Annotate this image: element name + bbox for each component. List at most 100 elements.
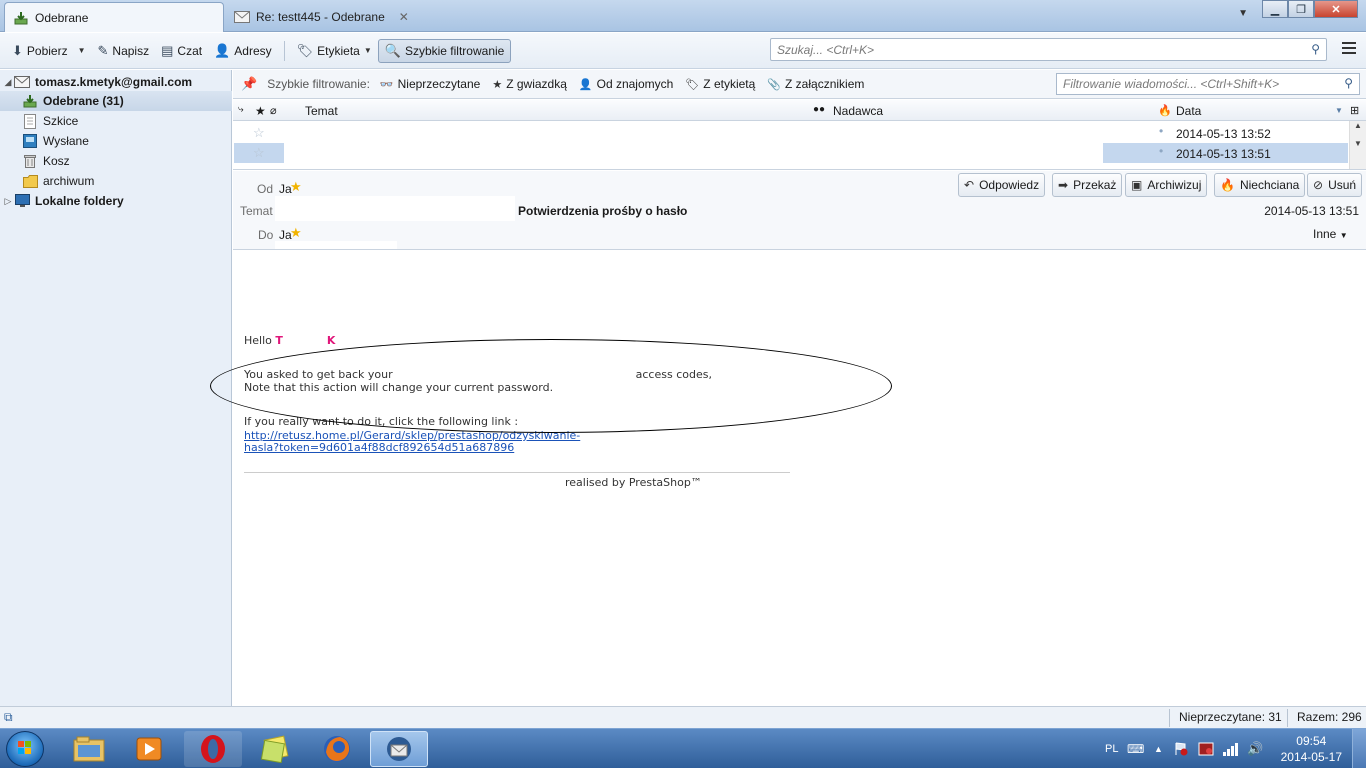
- tray-expand-icon[interactable]: ▲: [1154, 729, 1163, 768]
- folder-drafts[interactable]: Szkice: [0, 111, 232, 131]
- column-sender[interactable]: Nadawca: [833, 104, 883, 118]
- filter-tags-label: Z etykietą: [703, 77, 756, 91]
- folder-trash[interactable]: Kosz: [0, 151, 232, 171]
- reply-icon: ↶: [964, 178, 975, 192]
- collapse-icon[interactable]: ◢: [2, 77, 14, 88]
- download-icon: ⬇: [12, 42, 23, 58]
- start-button[interactable]: [6, 731, 44, 767]
- column-subject[interactable]: Temat: [305, 104, 338, 118]
- address-book-button[interactable]: 👤 Adresy: [208, 39, 278, 63]
- windows-taskbar: PL ⌨ ▲ 🔊 09:54 2014-05-17: [0, 728, 1366, 768]
- tag-button[interactable]: 🏷 Etykieta ▼: [291, 39, 378, 63]
- account-row[interactable]: ◢ tomasz.kmetyk@gmail.com: [0, 72, 232, 92]
- quick-filter-button[interactable]: 🔍 Szybkie filtrowanie: [377, 38, 512, 63]
- thunderbird-app[interactable]: [370, 731, 428, 767]
- table-row[interactable]: ☆ • 2014-05-13 13:51: [233, 143, 1349, 163]
- sort-desc-icon[interactable]: ▼: [1335, 106, 1343, 115]
- chevron-down-icon[interactable]: ▼: [78, 46, 86, 55]
- read-dot-icon[interactable]: •: [1159, 144, 1163, 158]
- filter-unread-label: Nieprzeczytane: [397, 77, 481, 91]
- junk-button[interactable]: 🔥 Niechciana: [1214, 173, 1306, 197]
- antivirus-icon[interactable]: [1198, 729, 1214, 768]
- folder-archive[interactable]: archiwum: [0, 171, 232, 191]
- search-input[interactable]: Szukaj... <Ctrl+K> ⚲: [770, 38, 1327, 61]
- search-icon[interactable]: ⚲: [1344, 76, 1353, 90]
- folder-inbox[interactable]: Odebrane (31): [0, 91, 232, 111]
- table-row[interactable]: ☆ • 2014-05-13 13:52: [233, 123, 1349, 143]
- volume-icon[interactable]: 🔊: [1247, 729, 1263, 768]
- tab-list-icon[interactable]: ▼: [1238, 8, 1248, 19]
- star-icon[interactable]: ☆: [253, 125, 265, 141]
- unread-count: Nieprzeczytane: 31: [1179, 710, 1282, 724]
- pin-icon[interactable]: 📌: [241, 76, 257, 92]
- app-menu-icon[interactable]: [1342, 42, 1356, 54]
- reset-link-2[interactable]: hasla?token=9d601a4f88dcf892654d51a68789…: [244, 441, 514, 454]
- get-mail-button[interactable]: ⬇ Pobierz ▼: [6, 39, 92, 63]
- system-clock[interactable]: 09:54 2014-05-17: [1281, 733, 1342, 765]
- close-icon[interactable]: ✕: [399, 10, 409, 24]
- filter-attachments-button[interactable]: 📎 Z załącznikiem: [767, 77, 864, 91]
- thread-column-icon[interactable]: ⤷: [238, 104, 244, 115]
- flag-icon[interactable]: [1174, 729, 1188, 768]
- reset-link-line-2[interactable]: hasla?token=9d601a4f88dcf892654d51a68789…: [244, 441, 514, 454]
- from-label: Od: [257, 182, 274, 196]
- keyboard-icon[interactable]: ⌨: [1127, 729, 1144, 768]
- filter-unread-button[interactable]: 👓 Nieprzeczytane: [380, 77, 480, 91]
- opera-app[interactable]: [184, 731, 242, 767]
- column-picker-icon[interactable]: ⊞: [1350, 104, 1359, 117]
- archive-button[interactable]: ▣ Archiwizuj: [1125, 173, 1208, 197]
- column-date[interactable]: Data: [1176, 104, 1201, 118]
- local-folders-label: Lokalne foldery: [35, 194, 124, 208]
- star-column-icon[interactable]: ★: [255, 104, 266, 118]
- attachment-column-icon[interactable]: ⌀: [270, 104, 277, 117]
- footer-text: realised by PrestaShop™: [565, 476, 702, 489]
- other-actions-button[interactable]: Inne ▼: [1313, 227, 1348, 241]
- glasses-icon: 👓: [379, 78, 394, 91]
- filter-tags-button[interactable]: 🏷 Z etykietą: [685, 77, 755, 91]
- tag-label: Etykieta: [317, 43, 360, 58]
- reply-button[interactable]: ↶ Odpowiedz: [958, 173, 1046, 197]
- greeting-text: Hello: [244, 334, 272, 347]
- expand-icon[interactable]: ▷: [2, 196, 14, 207]
- filter-starred-button[interactable]: ★ Z gwiazdką: [492, 77, 567, 91]
- address-book-label: Adresy: [234, 43, 272, 58]
- star-icon[interactable]: ★: [290, 225, 302, 241]
- scrollbar[interactable]: ▲ ▼: [1349, 121, 1366, 169]
- firefox-icon: [324, 736, 350, 762]
- close-window-icon[interactable]: ✕: [1314, 0, 1358, 18]
- star-icon[interactable]: ☆: [253, 145, 265, 161]
- star-icon[interactable]: ★: [290, 179, 302, 195]
- online-status-icon[interactable]: ⧉: [4, 710, 13, 725]
- chat-button[interactable]: ▤ Czat: [155, 39, 208, 63]
- show-desktop-button[interactable]: [1352, 729, 1366, 768]
- write-button[interactable]: ✎ Napisz: [92, 39, 156, 63]
- read-dot-icon[interactable]: •: [1159, 124, 1163, 138]
- minimize-icon[interactable]: ▁: [1262, 0, 1288, 18]
- local-folders-row[interactable]: ▷ Lokalne foldery: [0, 191, 232, 211]
- filter-search-input[interactable]: Filtrowanie wiadomości... <Ctrl+Shift+K>…: [1056, 73, 1360, 95]
- windows-logo-icon: [18, 741, 31, 754]
- window-controls: ▁ ❐ ✕: [1262, 0, 1358, 18]
- maximize-icon[interactable]: ❐: [1288, 0, 1314, 18]
- status-separator: [1169, 709, 1170, 727]
- tab-label: Odebrane: [35, 10, 89, 25]
- sticky-notes-app[interactable]: [246, 731, 304, 767]
- explorer-app[interactable]: [60, 731, 118, 767]
- tab-message[interactable]: Re: testt445 - Odebrane ✕: [226, 2, 426, 32]
- folder-sent[interactable]: Wysłane: [0, 131, 232, 151]
- delete-button[interactable]: ⊘ Usuń: [1307, 173, 1363, 197]
- forward-button[interactable]: ➡ Przekaż: [1052, 173, 1123, 197]
- junk-column-icon[interactable]: 🔥: [1158, 104, 1172, 117]
- media-player-app[interactable]: [120, 731, 178, 767]
- firefox-app[interactable]: [308, 731, 366, 767]
- account-name: tomasz.kmetyk@gmail.com: [35, 75, 193, 89]
- tab-inbox[interactable]: Odebrane: [4, 2, 224, 32]
- search-icon[interactable]: ⚲: [1311, 42, 1320, 56]
- filter-contacts-button[interactable]: 👤 Od znajomych: [579, 77, 673, 91]
- toolbar-separator: [283, 40, 285, 61]
- thread-list: ☆ • 2014-05-13 13:52 ☆ • 2014-05-13 13:5…: [233, 121, 1366, 170]
- archive-icon: ▣: [1131, 178, 1143, 192]
- read-column-icon[interactable]: ●●: [813, 104, 825, 115]
- language-indicator[interactable]: PL: [1105, 729, 1118, 768]
- network-icon[interactable]: [1222, 729, 1240, 768]
